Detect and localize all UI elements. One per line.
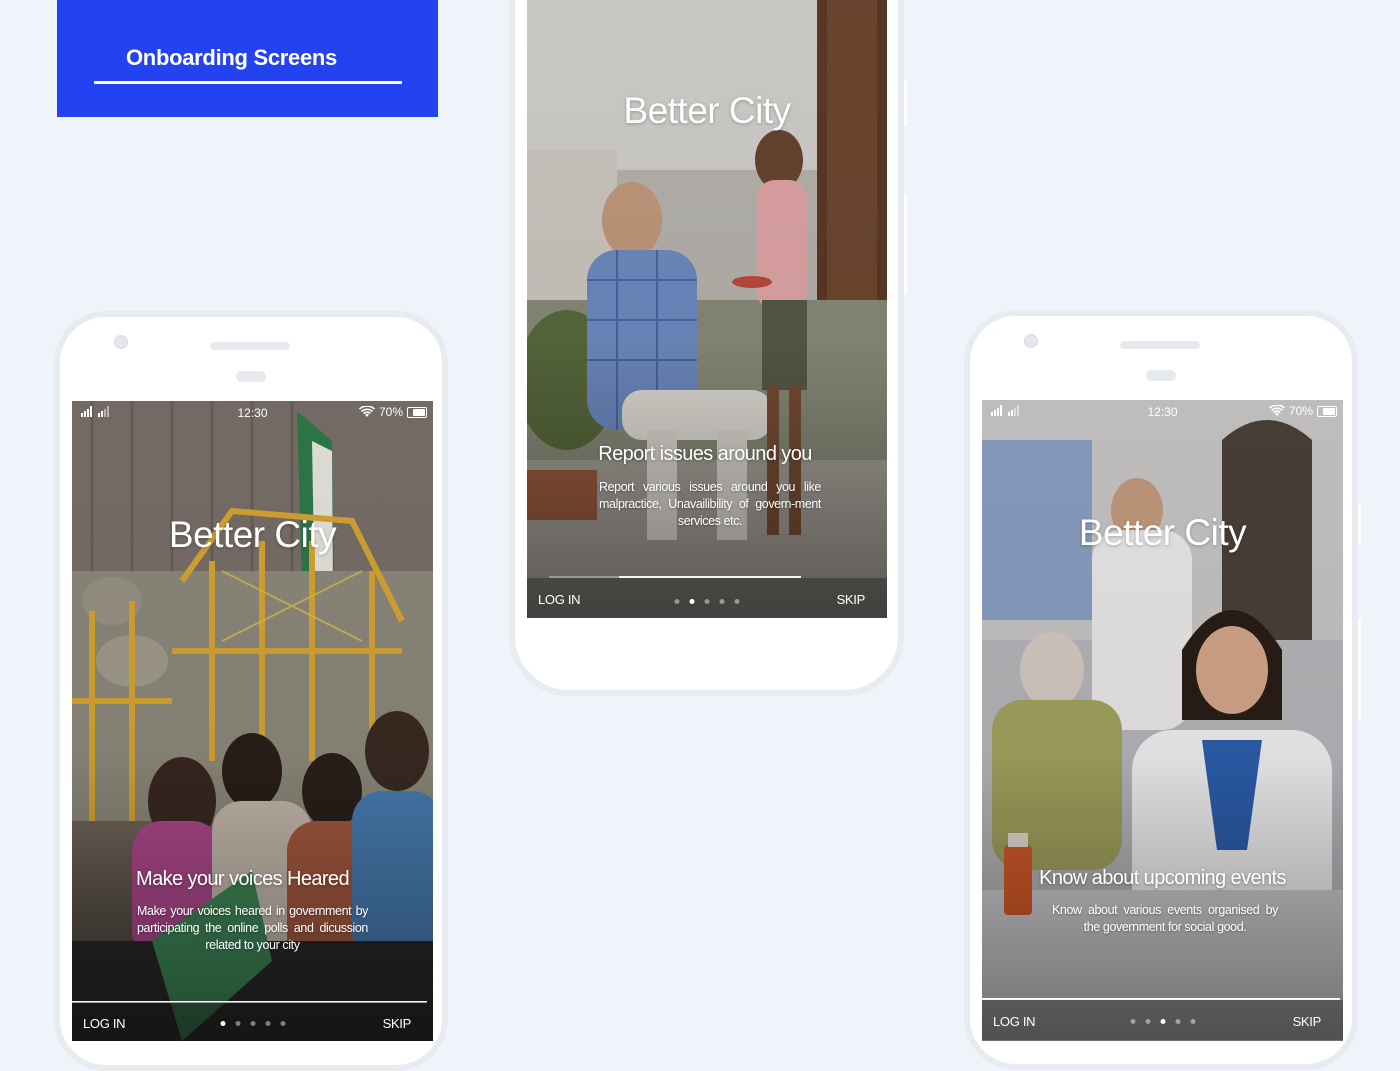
page-dot-2[interactable] bbox=[689, 599, 695, 604]
power-button bbox=[1358, 620, 1361, 720]
onboarding-headline: Know about upcoming events bbox=[1039, 867, 1286, 889]
skip-button[interactable]: SKIP bbox=[1293, 1014, 1322, 1029]
bottom-nav: LOG IN SKIP bbox=[982, 1000, 1343, 1040]
bottom-nav: LOG IN SKIP bbox=[72, 1002, 433, 1041]
page-dot-1[interactable] bbox=[1130, 1019, 1135, 1024]
wifi-icon bbox=[358, 406, 375, 417]
onboarding-headline: Report issues around you bbox=[598, 443, 812, 465]
front-camera-icon bbox=[114, 335, 128, 349]
skip-button[interactable]: SKIP bbox=[837, 592, 866, 607]
onboarding-headline: Make your voices Heared bbox=[136, 868, 350, 890]
page-dot-3[interactable] bbox=[704, 599, 710, 604]
page-dot-5[interactable] bbox=[734, 599, 740, 604]
page-dot-4[interactable] bbox=[265, 1021, 270, 1026]
volume-button bbox=[1358, 505, 1361, 545]
brand-title: Better City bbox=[1078, 512, 1247, 553]
battery-percent: 70% bbox=[1288, 404, 1313, 418]
skip-button[interactable]: SKIP bbox=[383, 1016, 412, 1031]
proximity-sensor bbox=[236, 371, 266, 382]
login-button[interactable]: LOG IN bbox=[538, 592, 581, 607]
page-indicator bbox=[1130, 1019, 1195, 1024]
page-dot-4[interactable] bbox=[1175, 1019, 1180, 1024]
page-dot-3[interactable] bbox=[250, 1021, 255, 1026]
page-indicator bbox=[674, 599, 740, 604]
speaker-grille bbox=[210, 342, 290, 350]
page-dot-4[interactable] bbox=[719, 599, 725, 604]
onboarding-description: Report various issues around you like ma… bbox=[599, 480, 821, 528]
onboarding-screen-1[interactable]: 12:30 70% Better City Make your voices H… bbox=[72, 401, 433, 1041]
bottom-nav: LOG IN SKIP bbox=[527, 578, 887, 618]
proximity-sensor bbox=[1146, 370, 1176, 381]
login-button[interactable]: LOG IN bbox=[83, 1016, 126, 1031]
brand-title: Better City bbox=[168, 514, 337, 555]
photo-shade bbox=[982, 400, 1343, 1041]
volume-button bbox=[904, 80, 907, 126]
battery-icon bbox=[407, 406, 427, 418]
front-camera-icon bbox=[1024, 334, 1038, 348]
page-dot-2[interactable] bbox=[1145, 1019, 1150, 1024]
onboarding-description: Know about various events organised by t… bbox=[1052, 903, 1278, 934]
page-indicator bbox=[220, 1021, 285, 1026]
onboarding-description: Make your voices heared in government by… bbox=[137, 904, 368, 952]
title-underline bbox=[94, 81, 402, 84]
page-dot-5[interactable] bbox=[280, 1021, 285, 1026]
page-dot-1[interactable] bbox=[674, 599, 680, 604]
power-button bbox=[904, 195, 907, 295]
wifi-icon bbox=[1268, 405, 1285, 416]
onboarding-screen-3[interactable]: 12:30 70% Better City Know about upcomin… bbox=[982, 400, 1343, 1041]
page-dot-2[interactable] bbox=[235, 1021, 240, 1026]
status-bar: 12:30 70% bbox=[982, 400, 1343, 424]
page-dot-1[interactable] bbox=[220, 1021, 225, 1026]
status-bar: 12:30 70% bbox=[72, 401, 433, 425]
title-card: Onboarding Screens bbox=[57, 0, 438, 117]
speaker-grille bbox=[1120, 341, 1200, 349]
page-title: Onboarding Screens bbox=[126, 45, 337, 70]
login-button[interactable]: LOG IN bbox=[993, 1014, 1036, 1029]
battery-icon bbox=[1317, 405, 1337, 417]
brand-title: Better City bbox=[623, 90, 791, 131]
page-dot-5[interactable] bbox=[1190, 1019, 1195, 1024]
battery-percent: 70% bbox=[378, 405, 403, 419]
onboarding-screen-2[interactable]: Better City Report issues around you Rep… bbox=[527, 0, 887, 618]
page-dot-3[interactable] bbox=[1160, 1019, 1165, 1024]
